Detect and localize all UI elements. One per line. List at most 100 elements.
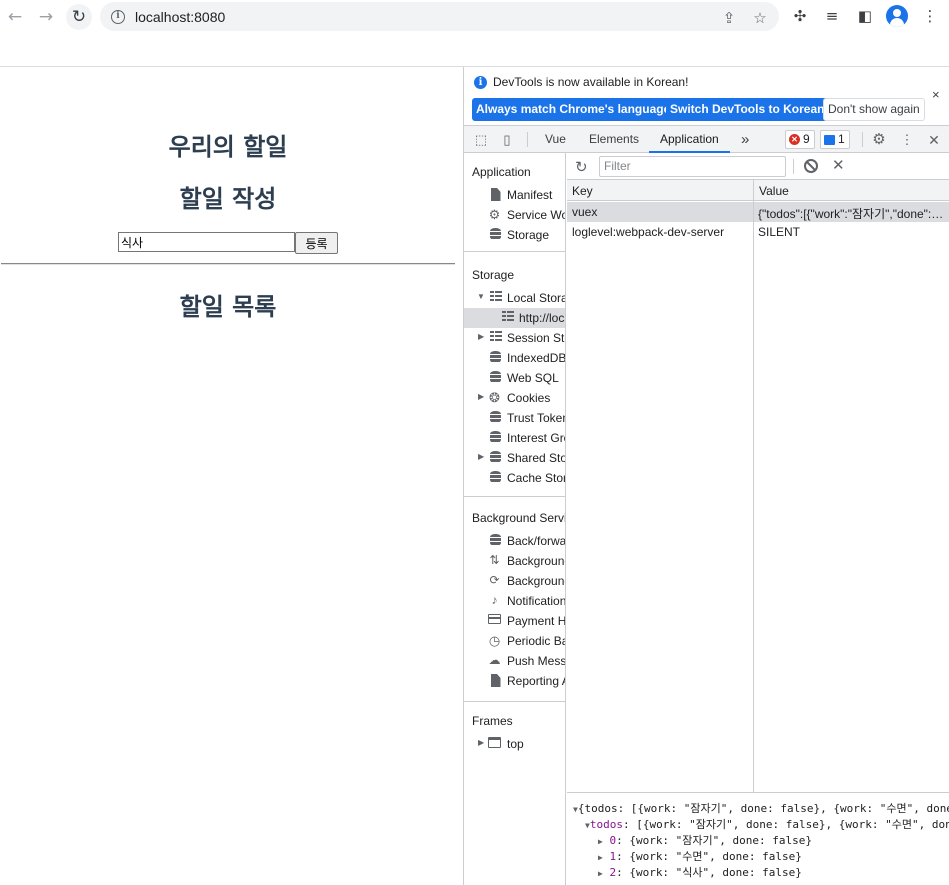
sidebar-item-storage[interactable]: Storage [464,225,565,245]
sidebar-item-push-messaging[interactable]: ☁ Push Messaging [464,651,566,671]
settings-gear-icon[interactable]: ⚙ [871,132,887,148]
errors-badge[interactable]: ✕ 9 [785,130,815,149]
profile-avatar[interactable] [886,5,908,27]
collapsed-triangle-icon[interactable]: ▶ [478,392,484,401]
tab-elements[interactable]: Elements [589,126,639,153]
table-header: Key Value [567,180,949,201]
web-page: 우리의 할일 할일 작성 등록 할일 목록 [0,67,463,885]
sidebar-item-periodic-background-sync[interactable]: ◷ Periodic Background Sync [464,631,565,651]
storage-filter-bar: ↻ Filter ✕ [567,153,949,180]
cell-value: SILENT [758,225,801,239]
clock-icon: ◷ [488,633,501,648]
site-info-icon[interactable]: i [111,9,125,24]
todo-input[interactable] [118,232,295,252]
clear-all-block-icon[interactable] [804,159,818,173]
preview-item-line[interactable]: ▶ 0: {work: "잠자기", done: false} [598,832,812,848]
sidebar-item-session-storage[interactable]: ▶ Session Storage [464,328,565,348]
sidebar-item-label: Manifest [507,188,553,202]
sidebar-item-shared-storage[interactable]: ▶ Shared Storage [464,448,565,468]
tab-application[interactable]: Application [649,126,730,153]
tab-vue[interactable]: Vue [545,126,566,153]
credit-card-icon [488,614,501,627]
collapsed-triangle-icon[interactable]: ▶ [478,332,484,341]
reload-icon[interactable]: ↻ [66,4,92,30]
grid-icon [489,291,502,304]
preview-value: : {work: "수면", done: false} [616,850,802,863]
sidebar-divider [464,496,565,497]
sidebar-item-label: Trust Tokens [507,411,565,425]
sidebar-item-web-sql[interactable]: Web SQL [464,368,565,388]
cookie-icon: ❂ [489,390,500,405]
browser-toolbar: ← → ↻ i localhost:8080 ⇪ ☆ ✣ ≡ ◧ ⋮ [0,0,949,33]
preview-value: : {work: "잠자기", done: false} [616,834,813,847]
sidebar-item-manifest[interactable]: Manifest [464,185,565,205]
add-todo-button[interactable]: 등록 [295,232,338,254]
preview-value: : {work: "식사", done: false} [616,866,802,879]
database-icon [489,534,502,547]
sidebar-item-reporting-api[interactable]: Reporting API [464,671,565,691]
collapsed-triangle-icon[interactable]: ▶ [478,452,484,461]
collapsed-triangle-icon[interactable]: ▶ [478,738,484,747]
sidebar-item-indexeddb[interactable]: IndexedDB [464,348,565,368]
dont-show-again-button[interactable]: Don't show again [823,98,925,121]
sidebar-item-background-sync[interactable]: ⟳ Background Sync [464,571,565,591]
more-tabs-icon[interactable]: » [741,126,749,153]
url-text: localhost:8080 [135,8,226,25]
sidebar-item-cookies[interactable]: ▶ ❂ Cookies [464,388,565,408]
device-toolbar-icon[interactable]: ▯ [499,132,515,148]
switch-to-korean-button[interactable]: Switch DevTools to Korean [666,98,829,121]
share-icon[interactable]: ⇪ [720,9,738,27]
table-row[interactable]: loglevel:webpack-dev-server SILENT [567,222,949,242]
column-header-value[interactable]: Value [759,184,789,198]
sidebar-item-localhost-origin[interactable]: http://localhost:8080 [464,308,565,328]
application-sidebar: Application Manifest ⚙ Service Workers S… [464,153,566,885]
sidebar-item-cache-storage[interactable]: Cache Storage [464,468,565,488]
preview-todos-line[interactable]: ▼todos: [{work: "잠자기", done: false}, {wo… [585,816,949,832]
sidebar-item-label: Payment Handler [507,614,566,628]
column-divider[interactable] [753,180,754,792]
database-icon [489,451,502,464]
back-arrow-icon[interactable]: ← [2,4,28,30]
inspect-element-icon[interactable]: ⬚ [473,132,489,148]
preview-item-line[interactable]: ▶ 1: {work: "수면", done: false} [598,848,802,864]
reading-list-icon[interactable]: ≡ [822,6,842,26]
filter-input[interactable]: Filter [599,156,786,177]
preview-root-line[interactable]: ▼{todos: [{work: "잠자기", done: false}, {w… [573,800,949,816]
preview-item-line[interactable]: ▶ 2: {work: "식사", done: false} [598,864,802,880]
sidebar-item-label: http://localhost:8080 [519,311,565,325]
always-match-language-button[interactable]: Always match Chrome's language [472,98,675,121]
sidebar-item-interest-groups[interactable]: Interest Groups [464,428,565,448]
collapsed-triangle-icon: ▶ [598,853,603,862]
sidebar-divider [464,251,565,252]
collapsed-triangle-icon: ▶ [598,837,603,846]
cell-key: loglevel:webpack-dev-server [572,225,725,239]
sidebar-item-trust-tokens[interactable]: Trust Tokens [464,408,565,428]
refresh-icon[interactable]: ↻ [575,158,588,176]
infobar-close-icon[interactable]: × [932,87,940,102]
forward-arrow-icon[interactable]: → [33,4,59,30]
table-row[interactable]: vuex {"todos":[{"work":"잠자기","done":fals… [567,202,949,222]
sidebar-item-label: Back/forward cache [507,534,566,548]
sidebar-item-local-storage[interactable]: ▼ Local Storage [464,288,565,308]
delete-selected-icon[interactable]: ✕ [832,156,845,174]
sidebar-item-background-fetch[interactable]: ⇅ Background Fetch [464,551,565,571]
preview-value: : [{work: "잠자기", done: false}, {work: "수… [622,818,949,831]
devtools-panel: i DevTools is now available in Korean! A… [463,67,949,885]
messages-badge[interactable]: 1 [820,130,850,149]
sidebar-item-service-workers[interactable]: ⚙ Service Workers [464,205,565,225]
bookmark-star-icon[interactable]: ☆ [751,9,769,27]
extensions-puzzle-icon[interactable]: ✣ [790,6,810,26]
column-header-key[interactable]: Key [572,184,593,198]
kebab-menu-icon[interactable]: ⋮ [920,6,940,26]
filter-separator [793,159,794,174]
value-preview: ▼{todos: [{work: "잠자기", done: false}, {w… [567,793,949,885]
devtools-menu-icon[interactable]: ⋮ [899,132,915,148]
address-bar[interactable]: i localhost:8080 ⇪ ☆ [100,2,779,31]
side-panel-icon[interactable]: ◧ [855,6,875,26]
sidebar-item-notifications[interactable]: ♪ Notifications [464,591,566,611]
expanded-triangle-icon[interactable]: ▼ [477,292,485,301]
devtools-close-icon[interactable]: ✕ [926,132,942,148]
sidebar-item-payment-handler[interactable]: Payment Handler [464,611,566,631]
sidebar-item-frame-top[interactable]: ▶ top [464,734,565,754]
sidebar-item-back-forward-cache[interactable]: Back/forward cache [464,531,566,551]
